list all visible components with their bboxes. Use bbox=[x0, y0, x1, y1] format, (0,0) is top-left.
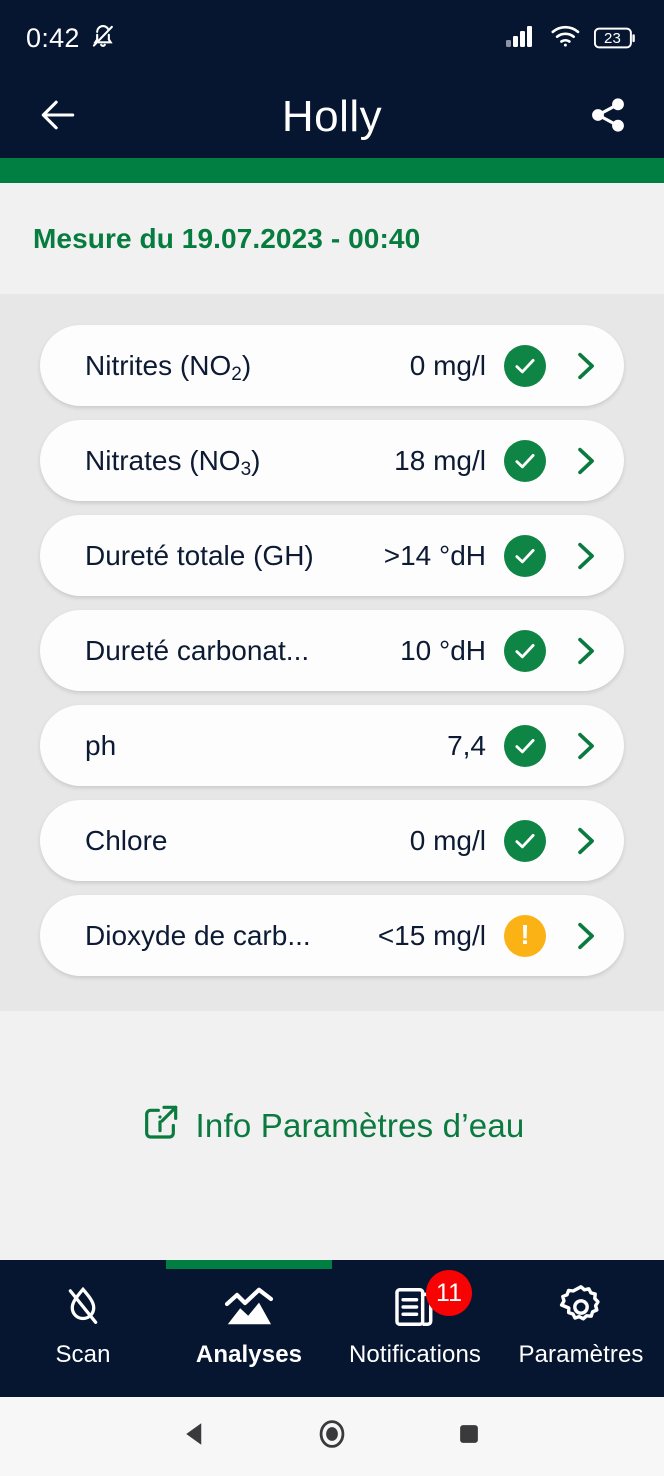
android-home-button[interactable] bbox=[292, 1407, 372, 1467]
page-title: Holly bbox=[281, 92, 383, 141]
chevron-right-icon[interactable] bbox=[568, 822, 602, 860]
tab-parametres-label: Paramètres bbox=[518, 1341, 644, 1368]
share-button[interactable] bbox=[584, 93, 632, 141]
parameter-value: 0 mg/l bbox=[409, 349, 486, 381]
parameter-value: 7,4 bbox=[447, 729, 486, 761]
status-bar-right: 23 bbox=[506, 24, 638, 53]
measurement-date-label: Mesure du 19.07.2023 - 00:40 bbox=[33, 222, 421, 254]
check-circle-icon bbox=[504, 629, 546, 672]
tab-scan[interactable]: Scan bbox=[0, 1260, 166, 1369]
chart-mountain-icon bbox=[223, 1282, 275, 1332]
notifications-badge: 11 bbox=[426, 1270, 472, 1316]
chevron-right-icon[interactable] bbox=[568, 442, 602, 480]
parameter-value: <15 mg/l bbox=[377, 919, 486, 951]
parameter-card[interactable]: Dioxyde de carb... <15 mg/l! bbox=[40, 895, 624, 976]
parameter-card[interactable]: Nitrates (NO3) 18 mg/l bbox=[40, 420, 624, 501]
phone-screen: 0:42 23 Holly Mesure du 19.07.2023 - 00:… bbox=[0, 0, 664, 1476]
android-back-button[interactable] bbox=[155, 1407, 235, 1467]
check-circle-icon bbox=[504, 344, 546, 387]
cellular-signal-icon bbox=[506, 24, 538, 53]
info-water-parameters-label: Info Paramètres d’eau bbox=[195, 1106, 525, 1144]
parameter-card[interactable]: Dureté carbonat... 10 °dH bbox=[40, 610, 624, 691]
parameter-card[interactable]: Dureté totale (GH) >14 °dH bbox=[40, 515, 624, 596]
check-circle-icon bbox=[504, 439, 546, 482]
green-accent-bar bbox=[0, 158, 664, 183]
battery-level-text: 23 bbox=[603, 29, 622, 47]
tab-parametres[interactable]: Paramètres bbox=[498, 1260, 664, 1369]
check-circle-icon bbox=[504, 534, 546, 577]
measurement-date-section: Mesure du 19.07.2023 - 00:40 bbox=[0, 183, 664, 294]
parameter-label: ph bbox=[85, 729, 117, 761]
arrow-left-icon bbox=[36, 93, 80, 142]
chevron-right-icon[interactable] bbox=[568, 347, 602, 385]
tab-notifications-label: Notifications bbox=[348, 1341, 482, 1368]
parameter-value: 0 mg/l bbox=[409, 824, 486, 856]
tab-scan-label: Scan bbox=[55, 1341, 111, 1368]
chevron-right-icon[interactable] bbox=[568, 632, 602, 670]
android-system-nav bbox=[0, 1395, 664, 1476]
parameter-card[interactable]: ph 7,4 bbox=[40, 705, 624, 786]
parameter-label: Dureté carbonat... bbox=[85, 634, 310, 666]
status-bar: 0:42 23 bbox=[0, 0, 664, 76]
android-home-icon bbox=[316, 1418, 348, 1455]
wifi-icon bbox=[550, 24, 582, 53]
chevron-right-icon[interactable] bbox=[568, 537, 602, 575]
parameter-label: Nitrites (NO2) bbox=[85, 350, 410, 382]
gear-icon bbox=[557, 1282, 605, 1332]
parameter-label: Dioxyde de carb... bbox=[85, 919, 311, 951]
android-back-icon bbox=[180, 1419, 210, 1454]
parameter-value: >14 °dH bbox=[383, 539, 486, 571]
parameter-label: Dureté totale (GH) bbox=[85, 539, 314, 571]
warning-circle-icon: ! bbox=[504, 914, 546, 957]
android-recents-icon bbox=[455, 1420, 483, 1453]
tab-notifications[interactable]: 11 Notifications bbox=[332, 1260, 498, 1369]
parameter-list[interactable]: Nitrites (NO2) 0 mg/l Nitrates (NO3) 18 mg/… bbox=[0, 294, 664, 1011]
bottom-tab-bar: Scan Analyses 11 Notifications Paramètre… bbox=[0, 1260, 664, 1395]
status-bar-clock: 0:42 bbox=[26, 22, 80, 53]
parameter-card[interactable]: Nitrites (NO2) 0 mg/l bbox=[40, 325, 624, 406]
battery-icon: 23 bbox=[593, 26, 638, 50]
parameter-value: 18 mg/l bbox=[394, 444, 486, 476]
share-icon bbox=[588, 95, 628, 140]
parameter-label: Chlore bbox=[85, 824, 168, 856]
document-list-icon: 11 bbox=[392, 1270, 472, 1332]
water-drop-scan-icon bbox=[60, 1282, 106, 1332]
back-button[interactable] bbox=[34, 93, 82, 141]
app-bar: Holly bbox=[0, 76, 664, 158]
parameter-label-subscript: 2 bbox=[231, 363, 242, 382]
status-bar-left: 0:42 bbox=[26, 22, 117, 55]
tab-analyses-label: Analyses bbox=[195, 1341, 303, 1368]
parameter-label-subscript: 3 bbox=[240, 458, 252, 477]
chevron-right-icon[interactable] bbox=[568, 917, 602, 955]
chevron-right-icon[interactable] bbox=[568, 727, 602, 765]
parameter-label: Nitrates (NO3) bbox=[85, 445, 394, 477]
info-section: Info Paramètres d’eau bbox=[0, 1011, 664, 1260]
check-circle-icon bbox=[504, 724, 546, 767]
parameter-value: 10 °dH bbox=[400, 634, 486, 666]
tab-analyses[interactable]: Analyses bbox=[166, 1260, 332, 1369]
parameter-card[interactable]: Chlore 0 mg/l bbox=[40, 800, 624, 881]
bell-slash-icon bbox=[89, 22, 117, 55]
check-circle-icon bbox=[504, 819, 546, 862]
info-external-link-icon bbox=[140, 1103, 180, 1148]
info-water-parameters-link[interactable]: Info Paramètres d’eau bbox=[140, 1103, 525, 1148]
android-recents-button[interactable] bbox=[429, 1407, 509, 1467]
